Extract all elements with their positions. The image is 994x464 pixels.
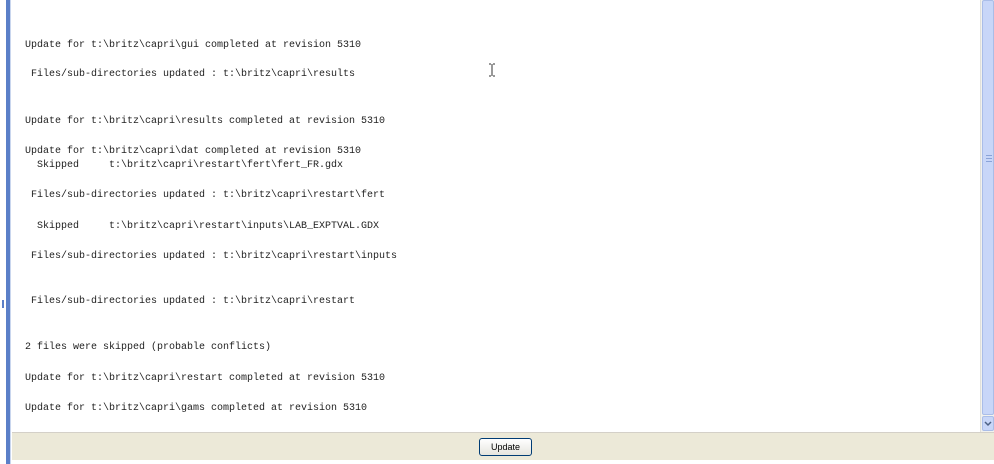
log-line: Skipped t:\britz\capri\restart\inputs\LA… [25,221,380,232]
log-line: Skipped t:\britz\capri\restart\fert\fert… [25,160,344,171]
scroll-grip-line [986,155,992,156]
vertical-scrollbar[interactable] [980,0,994,432]
log-line: 2 files were skipped (probable conflicts… [25,342,272,353]
log-line: Files/sub-directories updated : t:\britz… [25,69,356,80]
update-button[interactable]: Update [479,438,532,456]
window-left-border-highlight [10,0,11,464]
scroll-grip-line [986,161,992,162]
window-bottom-edge [12,460,994,464]
log-line: Files/sub-directories updated : t:\britz… [25,190,386,201]
chevron-down-icon [984,420,992,426]
log-line: Update for t:\britz\capri\gams completed… [25,403,368,414]
log-line: Update for t:\britz\capri\gui completed … [25,40,362,51]
scroll-thumb[interactable] [982,0,994,415]
log-line: Update for t:\britz\capri\restart comple… [25,373,386,384]
scroll-grip-line [986,158,992,159]
window-edge-marker [2,300,4,308]
log-line: Update for t:\britz\capri\results comple… [25,116,386,127]
log-line: Update for t:\britz\capri\dat completed … [25,146,362,157]
text-cursor-icon [489,63,495,77]
log-line: Files/sub-directories updated : t:\britz… [25,296,356,307]
log-line: Files/sub-directories updated : t:\britz… [25,251,398,262]
bottom-toolbar: Update [12,432,994,461]
scroll-down-button[interactable] [982,416,994,431]
